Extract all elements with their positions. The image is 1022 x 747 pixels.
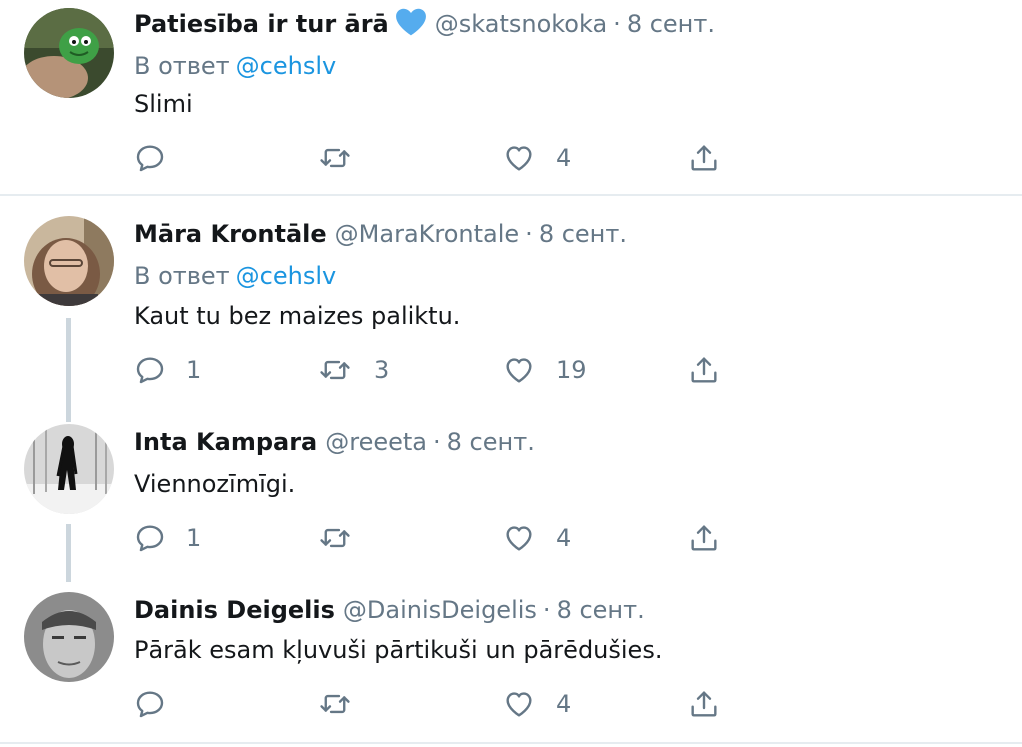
tweet[interactable]: Māra Krontāle @MaraKrontale · 8 сент. В отв…	[0, 196, 1022, 410]
separator-dot: ·	[542, 596, 551, 624]
user-handle[interactable]: @reeeta	[325, 428, 427, 456]
tweet-text: Slimi	[134, 90, 193, 118]
tweet-header: Patiesība ir tur ārā @skatsnokoka · 8 сент.	[134, 4, 715, 44]
retweet-button[interactable]	[316, 520, 374, 556]
avatar[interactable]	[24, 592, 114, 682]
retweet-icon	[316, 522, 354, 554]
tweet-divider	[0, 742, 1022, 744]
share-button[interactable]	[688, 520, 720, 556]
heart-icon	[502, 354, 536, 386]
like-count: 4	[556, 690, 572, 718]
thread-line	[66, 318, 71, 410]
tweet-actions: 1 3 19	[134, 352, 774, 388]
reply-to-line: В ответ @cehslv	[134, 48, 336, 84]
separator-dot: ·	[525, 220, 533, 248]
share-icon	[688, 522, 720, 554]
reply-prefix: В ответ	[134, 262, 230, 290]
separator-dot: ·	[433, 428, 441, 456]
tweet-text: Kaut tu bez maizes paliktu.	[134, 302, 461, 330]
user-handle[interactable]: @MaraKrontale	[335, 220, 520, 248]
reply-button[interactable]	[134, 686, 186, 722]
tweet-header: Inta Kampara @reeeta · 8 сент.	[134, 422, 535, 462]
share-button[interactable]	[688, 686, 720, 722]
like-button[interactable]: 4	[502, 686, 571, 722]
reply-count: 1	[186, 356, 202, 384]
like-button[interactable]: 4	[502, 140, 571, 176]
reply-button[interactable]: 1	[134, 352, 201, 388]
avatar[interactable]	[24, 216, 114, 306]
retweet-button[interactable]	[316, 140, 374, 176]
share-button[interactable]	[688, 140, 720, 176]
reply-to-line: В ответ @cehslv	[134, 258, 336, 294]
reply-prefix: В ответ	[134, 52, 230, 80]
blue-heart-icon	[395, 8, 427, 48]
heart-icon	[502, 142, 536, 174]
tweet[interactable]: Inta Kampara @reeeta · 8 сент. Viennozīmīgi…	[0, 410, 1022, 578]
display-name[interactable]: Inta Kampara	[134, 428, 317, 456]
share-icon	[688, 142, 720, 174]
tweet-header: Dainis Deigelis @DainisDeigelis · 8 сент.	[134, 590, 645, 630]
tweet-date[interactable]: 8 сент.	[557, 596, 645, 624]
retweet-icon	[316, 142, 354, 174]
like-count: 4	[556, 524, 572, 552]
user-handle[interactable]: @skatsnokoka	[435, 10, 607, 38]
share-button[interactable]	[688, 352, 720, 388]
display-name[interactable]: Patiesība ir tur ārā	[134, 10, 389, 38]
like-button[interactable]: 19	[502, 352, 587, 388]
tweet[interactable]: Dainis Deigelis @DainisDeigelis · 8 сент. P…	[0, 578, 1022, 742]
user-handle[interactable]: @DainisDeigelis	[343, 596, 537, 624]
like-button[interactable]: 4	[502, 520, 571, 556]
heart-icon	[502, 522, 536, 554]
avatar[interactable]	[24, 424, 114, 514]
tweet-header: Māra Krontāle @MaraKrontale · 8 сент.	[134, 214, 627, 254]
reply-button[interactable]: 1	[134, 520, 201, 556]
heart-icon	[502, 688, 536, 720]
tweet-date[interactable]: 8 сент.	[447, 428, 535, 456]
retweet-icon	[316, 354, 354, 386]
thread-line	[66, 524, 71, 578]
like-count: 4	[556, 144, 572, 172]
tweet-date[interactable]: 8 сент.	[539, 220, 627, 248]
retweet-button[interactable]	[316, 686, 374, 722]
tweet-date[interactable]: 8 сент.	[627, 10, 715, 38]
reply-button[interactable]	[134, 140, 186, 176]
reply-icon	[134, 354, 166, 386]
display-name[interactable]: Dainis Deigelis	[134, 596, 335, 624]
reply-icon	[134, 688, 166, 720]
retweet-count: 3	[374, 356, 390, 384]
reply-count: 1	[186, 524, 202, 552]
tweet-actions: 4	[134, 140, 774, 176]
reply-mention-link[interactable]: @cehslv	[236, 52, 337, 80]
reply-mention-link[interactable]: @cehslv	[236, 262, 337, 290]
tweet-actions: 1 4	[134, 520, 774, 556]
retweet-button[interactable]: 3	[316, 352, 389, 388]
thread-line	[66, 410, 71, 422]
share-icon	[688, 688, 720, 720]
like-count: 19	[556, 356, 587, 384]
tweet[interactable]: Patiesība ir tur ārā @skatsnokoka · 8 сент.…	[0, 0, 1022, 196]
thread-line	[66, 578, 71, 582]
reply-icon	[134, 522, 166, 554]
tweet-text: Viennozīmīgi.	[134, 470, 296, 498]
tweet-actions: 4	[134, 686, 774, 722]
retweet-icon	[316, 688, 354, 720]
tweet-text: Pārāk esam kļuvuši pārtikuši un pārēduši…	[134, 636, 663, 664]
avatar[interactable]	[24, 8, 114, 98]
display-name[interactable]: Māra Krontāle	[134, 220, 327, 248]
reply-icon	[134, 142, 166, 174]
separator-dot: ·	[613, 10, 621, 38]
share-icon	[688, 354, 720, 386]
